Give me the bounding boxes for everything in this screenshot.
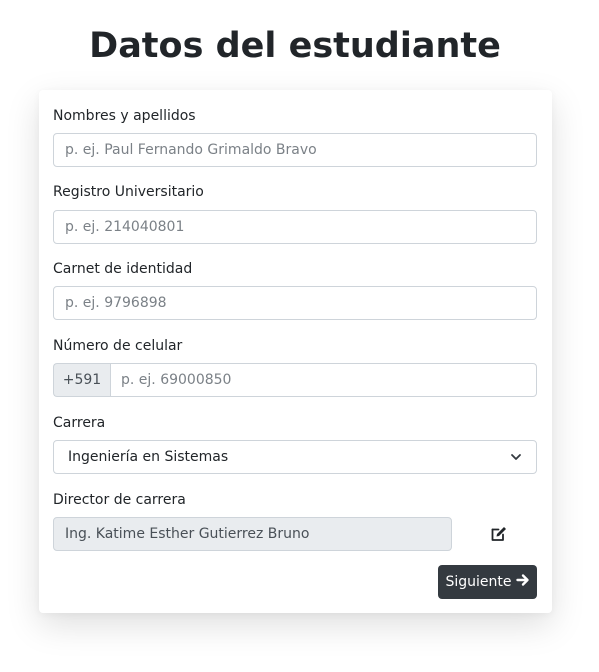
full-name-input[interactable]	[53, 133, 537, 167]
university-registry-input[interactable]	[53, 210, 537, 244]
identity-card-label: Carnet de identidad	[53, 261, 193, 277]
student-form-card: Nombres y apellidos Registro Universitar…	[39, 90, 552, 613]
phone-label: Número de celular	[53, 338, 183, 354]
chevron-down-icon	[510, 451, 522, 463]
next-button-label: Siguiente	[445, 574, 512, 590]
phone-prefix: +591	[53, 363, 110, 397]
arrow-right-icon	[515, 573, 530, 591]
career-label: Carrera	[53, 415, 106, 431]
identity-card-input[interactable]	[53, 286, 537, 320]
director-readonly-field: Ing. Katime Esther Gutierrez Bruno	[53, 517, 452, 551]
director-name: Ing. Katime Esther Gutierrez Bruno	[65, 526, 310, 542]
next-button[interactable]: Siguiente	[438, 565, 537, 599]
career-selected-value: Ingeniería en Sistemas	[68, 449, 229, 465]
phone-input-group: +591	[53, 363, 537, 397]
full-name-label: Nombres y apellidos	[53, 108, 196, 124]
director-label: Director de carrera	[53, 492, 186, 508]
university-registry-label: Registro Universitario	[53, 184, 204, 200]
phone-input[interactable]	[110, 363, 537, 397]
page-title: Datos del estudiante	[89, 26, 501, 66]
career-select[interactable]: Ingeniería en Sistemas	[53, 440, 537, 474]
edit-icon[interactable]	[490, 525, 508, 543]
